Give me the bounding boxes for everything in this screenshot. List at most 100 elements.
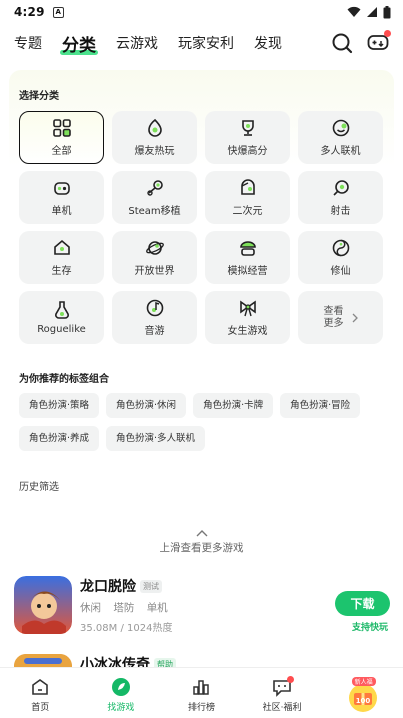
game-tag: 塔防: [113, 602, 135, 614]
top-nav: 专题 分类 云游戏 玩家安利 发现: [0, 26, 403, 60]
category-open-world[interactable]: 开放世界: [112, 231, 197, 284]
recommended-tag[interactable]: 角色扮演·策略: [19, 393, 100, 418]
newcomer-pill: 新人福: [351, 677, 376, 686]
potion-icon: [54, 301, 69, 319]
category-music[interactable]: 音游: [112, 291, 197, 344]
recommended-tag[interactable]: 角色扮演·冒险: [280, 393, 361, 418]
game-tag: 休闲: [80, 602, 101, 614]
game-heat: 1024热度: [127, 623, 173, 634]
newcomer-gift-icon: 100 新人福: [346, 677, 380, 713]
tab-cloud-games[interactable]: 云游戏: [116, 33, 158, 53]
category-label: 单机: [51, 206, 72, 217]
game-size: 35.08M: [80, 623, 118, 634]
select-category-title: 选择分类: [19, 91, 59, 102]
category-simulation[interactable]: 模拟经营: [205, 231, 290, 284]
target-icon: [332, 180, 349, 196]
category-girls[interactable]: 女生游戏: [205, 291, 290, 344]
history-filter-title: 历史筛选: [19, 482, 59, 493]
recommended-tags: 角色扮演·策略 角色扮演·休闲 角色扮演·卡牌 角色扮演·冒险 角色扮演·养成 …: [19, 393, 384, 451]
category-label: Steam移植: [128, 206, 181, 217]
game-meta: 35.08M / 1024热度: [80, 619, 174, 634]
category-survival[interactable]: 生存: [19, 231, 104, 284]
category-xianxia[interactable]: 修仙: [298, 231, 383, 284]
recommended-title: 为你推荐的标签组合: [19, 374, 109, 385]
category-multiplayer[interactable]: 多人联机: [298, 111, 383, 164]
game-name[interactable]: 小冰冰传奇: [80, 654, 150, 668]
recommended-tag[interactable]: 角色扮演·卡牌: [193, 393, 274, 418]
bottom-nav-label: 找游戏: [107, 703, 135, 713]
pull-hint-text: 上滑查看更多游戏: [159, 542, 244, 554]
category-steam[interactable]: Steam移植: [112, 171, 197, 224]
recommended-tag[interactable]: 角色扮演·多人联机: [106, 426, 206, 451]
category-label: 女生游戏: [227, 326, 268, 337]
bottom-nav-newcomer-gift[interactable]: 100 新人福: [322, 668, 403, 718]
game-list-item[interactable]: 小冰冰传奇 帮助: [14, 654, 390, 668]
category-label: 修仙: [330, 266, 351, 277]
battery-icon: [383, 5, 391, 18]
category-anime[interactable]: 二次元: [205, 171, 290, 224]
pull-up-hint[interactable]: 上滑查看更多游戏: [0, 529, 403, 555]
recommended-tag[interactable]: 角色扮演·休闲: [106, 393, 187, 418]
category-hot[interactable]: 爆友热玩: [112, 111, 197, 164]
status-icons: [347, 5, 391, 19]
category-view-more[interactable]: 查看 更多: [298, 291, 383, 344]
anime-icon: [240, 179, 255, 195]
game-badge: 测试: [140, 579, 162, 593]
chevron-right-icon: [352, 313, 358, 322]
game-meta-separator: /: [120, 623, 124, 634]
status-a-icon: A: [52, 6, 64, 18]
game-icon-dragon[interactable]: [14, 576, 72, 634]
category-label: 二次元: [232, 206, 263, 217]
game-icon-ice[interactable]: [14, 654, 72, 668]
category-label: 开放世界: [134, 266, 175, 277]
category-high-score[interactable]: 快爆高分: [205, 111, 290, 164]
view-more-line2: 更多: [323, 317, 344, 329]
chart-icon: [193, 680, 210, 695]
bottom-nav-label: 社区·福利: [262, 703, 302, 713]
category-label: 爆友热玩: [134, 146, 175, 157]
yin-yang-icon: [332, 239, 349, 257]
notification-dot: [287, 676, 295, 683]
cake-icon: [239, 241, 256, 256]
wifi-icon: [347, 6, 361, 17]
home-icon: [32, 679, 49, 695]
house-icon: [53, 239, 70, 255]
category-shooter[interactable]: 射击: [298, 171, 383, 224]
bow-icon: [239, 300, 256, 317]
download-button[interactable]: 下载: [335, 591, 390, 616]
category-single[interactable]: 单机: [19, 171, 104, 224]
game-list-item[interactable]: 龙口脱险 测试 休闲 塔防 单机 35.08M / 1024热度 下载 支持快玩: [14, 576, 390, 636]
bottom-nav-home[interactable]: 首页: [0, 668, 81, 718]
bottom-nav-find-game[interactable]: 找游戏: [81, 668, 162, 718]
tab-topics[interactable]: 专题: [14, 33, 42, 53]
hot-egg-icon: [147, 118, 162, 137]
bottom-nav-ranking[interactable]: 排行榜: [161, 668, 242, 718]
view-more-label: 查看 更多: [324, 306, 344, 330]
signal-icon: [367, 7, 377, 17]
svg-text:100: 100: [355, 697, 370, 705]
nav-actions: [331, 30, 391, 54]
category-label: 射击: [330, 206, 351, 217]
recommended-tag[interactable]: 角色扮演·养成: [19, 426, 100, 451]
category-all[interactable]: 全部: [19, 111, 104, 164]
quick-play-label[interactable]: 支持快玩: [352, 620, 388, 633]
find-game-icon: [111, 678, 130, 696]
search-icon[interactable]: [331, 32, 353, 54]
category-roguelike[interactable]: Roguelike: [19, 291, 104, 344]
category-label: 模拟经营: [227, 266, 268, 277]
view-more-line1: 查看: [323, 305, 344, 317]
chevron-up-icon: [196, 530, 207, 537]
category-grid: 全部 爆友热玩 快爆高分 多人联机 单机 Steam移植 二次元 射击 生存 开…: [19, 111, 384, 344]
game-tags: 休闲 塔防 单机: [80, 600, 174, 615]
bottom-nav-community[interactable]: 社区·福利: [242, 668, 323, 718]
tab-player-recommend[interactable]: 玩家安利: [178, 33, 234, 53]
music-icon: [146, 299, 163, 317]
game-name[interactable]: 龙口脱险: [80, 576, 136, 596]
game-tag: 单机: [146, 602, 168, 614]
bottom-nav-label: 排行榜: [187, 703, 215, 713]
tab-category[interactable]: 分类: [60, 31, 98, 56]
category-label: 生存: [51, 266, 72, 277]
status-time: 4:29: [14, 5, 45, 19]
tab-discover[interactable]: 发现: [254, 33, 282, 53]
gamepad-download-icon[interactable]: [367, 30, 391, 54]
